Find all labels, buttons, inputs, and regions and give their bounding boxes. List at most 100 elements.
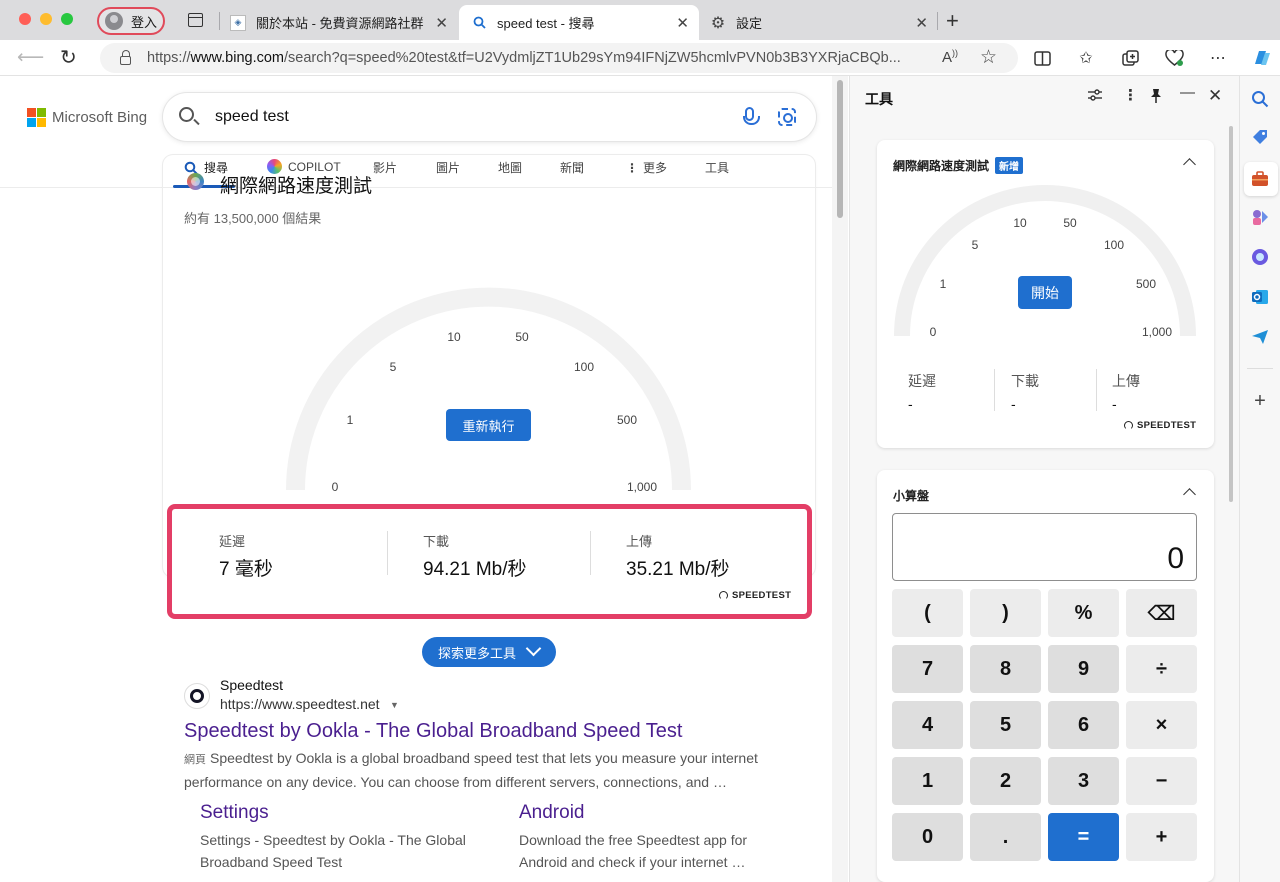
download-metric: 下載 94.21 Mb/秒 bbox=[423, 531, 527, 581]
calculator-title: 小算盤 bbox=[893, 489, 930, 503]
chevron-up-icon[interactable] bbox=[1183, 488, 1196, 501]
metric-divider bbox=[590, 531, 591, 575]
start-test-button[interactable]: 開始 bbox=[1018, 276, 1072, 309]
gauge-tick-label: 1,000 bbox=[626, 480, 658, 494]
speedtest-gauge-icon bbox=[1124, 421, 1133, 430]
favorite-star-icon[interactable]: ☆ bbox=[980, 46, 997, 69]
sublink-android[interactable]: Android bbox=[519, 802, 585, 824]
read-aloud-icon[interactable]: A)) bbox=[942, 48, 958, 66]
metric-label: 下載 bbox=[423, 534, 450, 549]
metric-divider bbox=[1096, 369, 1097, 411]
speedtest-brand: SPEEDTEST bbox=[1124, 420, 1196, 431]
browser-essentials-icon[interactable] bbox=[1164, 48, 1184, 68]
calc-key-open-paren[interactable]: ( bbox=[892, 589, 963, 637]
speedtest-gauge-icon bbox=[719, 591, 728, 600]
sublink-text: Settings - Speedtest by Ookla - The Glob… bbox=[200, 832, 466, 870]
gauge-tick-label: 0 bbox=[929, 325, 937, 339]
gauge-tick-label: 0 bbox=[331, 480, 339, 494]
gauge-tick-label: 100 bbox=[1103, 238, 1125, 252]
panel-upload-metric: 上傳 - bbox=[1112, 373, 1140, 412]
favorites-icon[interactable]: ✩ bbox=[1076, 48, 1096, 68]
calc-key-decimal[interactable]: . bbox=[970, 813, 1041, 861]
calc-key-4[interactable]: 4 bbox=[892, 701, 963, 749]
new-tab-button[interactable]: + bbox=[946, 8, 959, 34]
search-icon[interactable] bbox=[1251, 90, 1269, 108]
explore-more-tools-button[interactable]: 探索更多工具 bbox=[422, 637, 556, 667]
gauge-tick-label: 100 bbox=[573, 360, 595, 374]
rail-divider bbox=[1247, 368, 1273, 369]
gauge-tick-label: 5 bbox=[971, 238, 979, 252]
panel-download-metric: 下載 - bbox=[1011, 373, 1039, 412]
games-icon[interactable] bbox=[1251, 208, 1269, 226]
gauge-tick-label: 10 bbox=[1013, 216, 1027, 230]
gauge-tick-label: 10 bbox=[447, 330, 461, 344]
calc-key-7[interactable]: 7 bbox=[892, 645, 963, 693]
gauge-tick-label: 500 bbox=[616, 413, 638, 427]
toolbox-icon[interactable] bbox=[1251, 170, 1269, 188]
calc-key-1[interactable]: 1 bbox=[892, 757, 963, 805]
calc-key-3[interactable]: 3 bbox=[1048, 757, 1119, 805]
copilot-app-icon[interactable] bbox=[1251, 248, 1269, 266]
result-snippet: 網頁 Speedtest by Ookla is a global broadba… bbox=[184, 750, 758, 790]
close-icon[interactable]: ✕ bbox=[915, 14, 928, 32]
copilot-icon[interactable] bbox=[1250, 46, 1274, 70]
calc-key-equals[interactable]: = bbox=[1048, 813, 1119, 861]
upload-metric: 上傳 35.21 Mb/秒 bbox=[626, 531, 730, 581]
calc-key-divide[interactable]: ÷ bbox=[1126, 645, 1197, 693]
gauge-tick-label: 5 bbox=[389, 360, 397, 374]
gauge-arc bbox=[894, 185, 1196, 337]
caret-down-icon[interactable]: ▼ bbox=[390, 700, 399, 710]
send-icon[interactable] bbox=[1251, 328, 1269, 346]
result-title-link[interactable]: Speedtest by Ookla - The Global Broadban… bbox=[184, 720, 682, 743]
calc-key-6[interactable]: 6 bbox=[1048, 701, 1119, 749]
calc-key-percent[interactable]: % bbox=[1048, 589, 1119, 637]
gauge-tick-label: 500 bbox=[1135, 277, 1157, 291]
gauge-tick-label: 50 bbox=[515, 330, 529, 344]
metric-label: 上傳 bbox=[626, 534, 653, 549]
calculator-display-value: 0 bbox=[1167, 542, 1184, 575]
gauge-tick-label: 1 bbox=[939, 277, 947, 291]
add-icon[interactable]: + bbox=[1251, 391, 1269, 411]
calc-key-close-paren[interactable]: ) bbox=[970, 589, 1041, 637]
result-url[interactable]: https://www.speedtest.net bbox=[220, 696, 380, 712]
split-screen-icon[interactable] bbox=[1032, 48, 1052, 68]
calc-key-add[interactable]: + bbox=[1126, 813, 1197, 861]
shopping-tag-icon[interactable] bbox=[1251, 128, 1269, 146]
more-menu-icon[interactable]: ⋯ bbox=[1208, 48, 1228, 68]
gauge-tick-label: 50 bbox=[1063, 216, 1077, 230]
speedtest-favicon[interactable] bbox=[184, 683, 210, 709]
speed-results-panel: 延遲 7 毫秒 下載 94.21 Mb/秒 上傳 35.21 Mb/秒 SPEE… bbox=[167, 504, 812, 619]
latency-metric: 延遲 7 毫秒 bbox=[219, 531, 273, 581]
sublink-settings[interactable]: Settings bbox=[200, 802, 269, 824]
result-site-name[interactable]: Speedtest bbox=[220, 677, 283, 693]
sublink-text: Download the free Speedtest app for Andr… bbox=[519, 832, 748, 870]
panel-speed-gauge bbox=[894, 185, 1196, 337]
chevron-down-icon bbox=[525, 640, 542, 657]
collections-icon[interactable] bbox=[1120, 48, 1140, 68]
tab-separator bbox=[937, 12, 938, 30]
calc-key-8[interactable]: 8 bbox=[970, 645, 1041, 693]
calc-key-5[interactable]: 5 bbox=[970, 701, 1041, 749]
metric-divider bbox=[387, 531, 388, 575]
speedtest-brand: SPEEDTEST bbox=[719, 590, 791, 601]
calc-key-0[interactable]: 0 bbox=[892, 813, 963, 861]
calc-key-2[interactable]: 2 bbox=[970, 757, 1041, 805]
calc-key-9[interactable]: 9 bbox=[1048, 645, 1119, 693]
metric-value: 7 毫秒 bbox=[219, 559, 273, 580]
metric-divider bbox=[994, 369, 995, 411]
calc-key-backspace-icon[interactable]: ⌫ bbox=[1126, 589, 1197, 637]
gauge-tick-label: 1 bbox=[346, 413, 354, 427]
rerun-test-button[interactable]: 重新執行 bbox=[446, 409, 531, 441]
calc-key-multiply[interactable]: × bbox=[1126, 701, 1197, 749]
gauge-arc bbox=[286, 287, 691, 491]
panel-latency-metric: 延遲 - bbox=[908, 373, 936, 412]
page-scroll-thumb[interactable] bbox=[837, 80, 843, 218]
result-type-tag: 網頁 bbox=[184, 754, 206, 766]
metric-value: 35.21 Mb/秒 bbox=[626, 559, 730, 580]
calculator-display: 0 bbox=[892, 513, 1197, 581]
sidebar-rail bbox=[1239, 76, 1280, 882]
calc-key-subtract[interactable]: − bbox=[1126, 757, 1197, 805]
outlook-icon[interactable] bbox=[1251, 288, 1269, 306]
gauge-tick-label: 1,000 bbox=[1141, 325, 1173, 339]
metric-value: 94.21 Mb/秒 bbox=[423, 559, 527, 580]
